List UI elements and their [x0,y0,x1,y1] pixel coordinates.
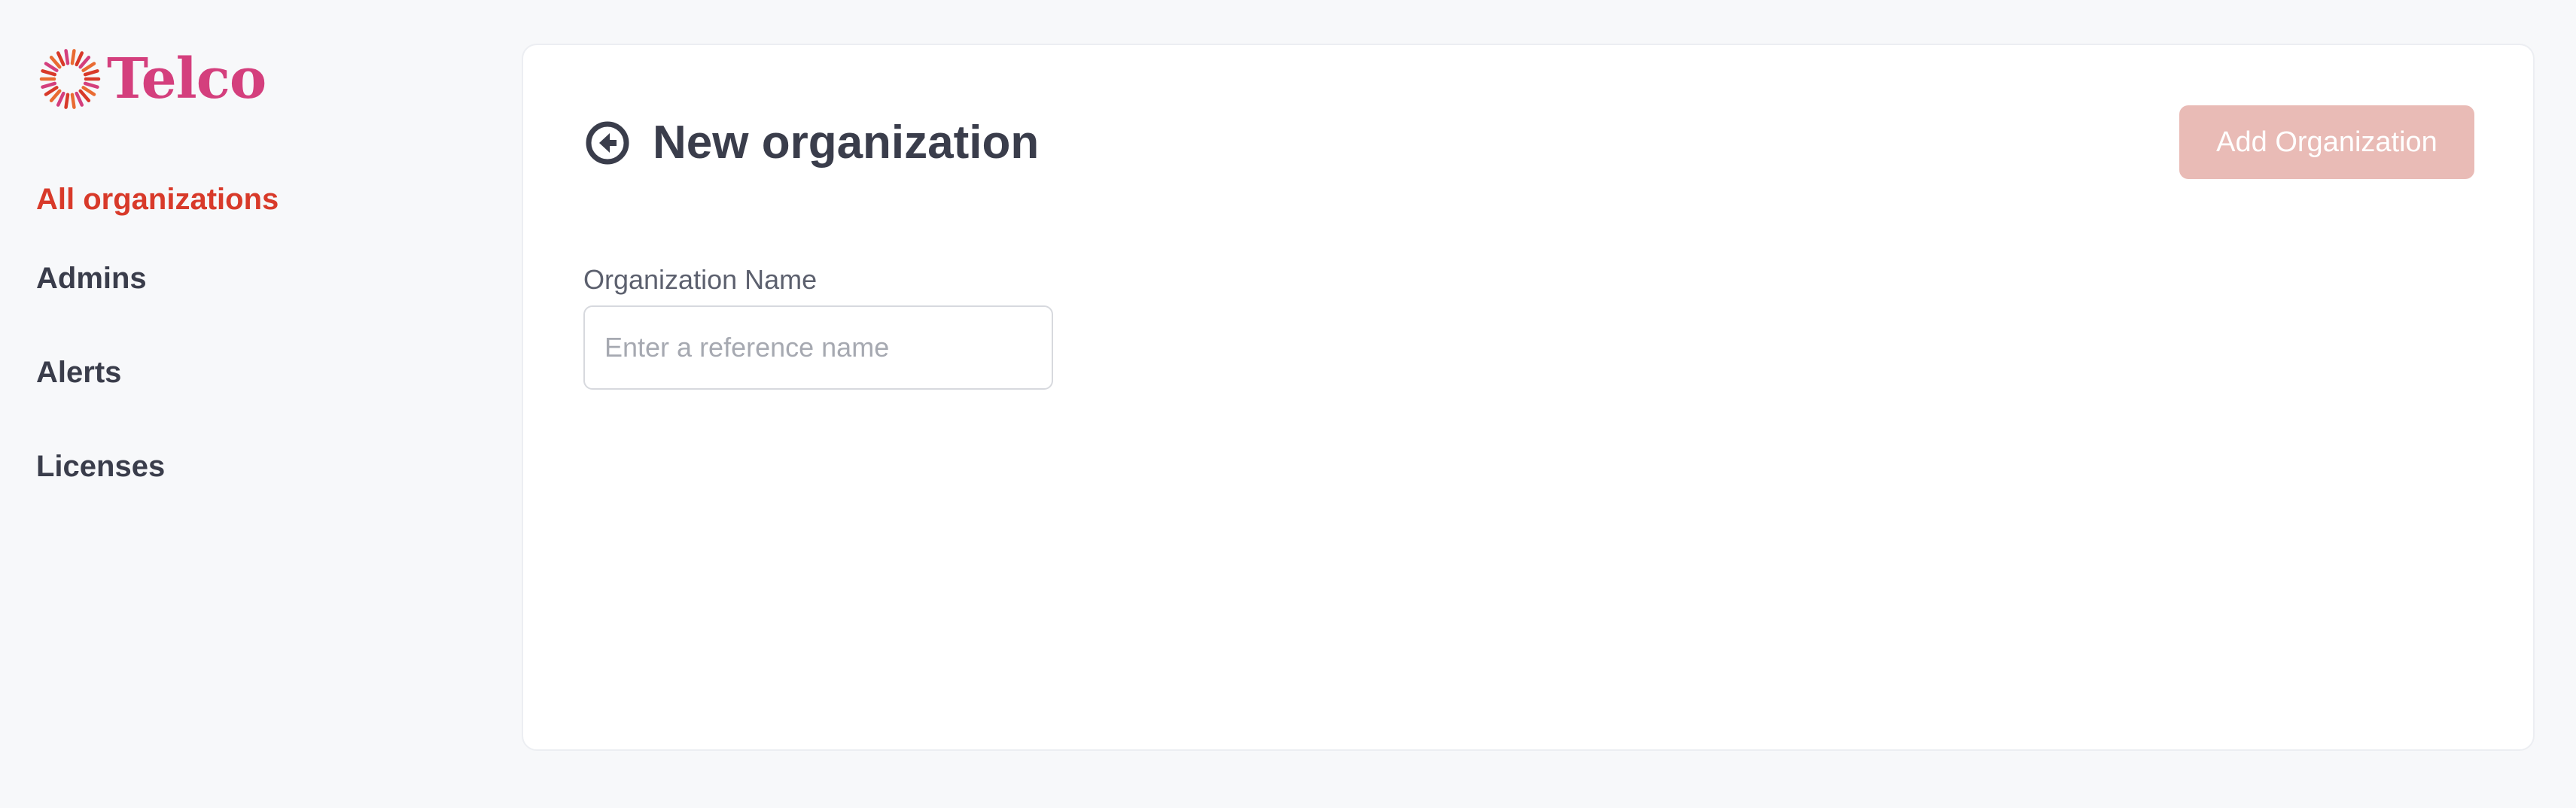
logo-ray [44,86,59,96]
logo-ray [41,69,57,77]
logo-ray [56,91,65,107]
logo-ray [81,86,96,96]
arrow-left-circle-icon[interactable] [585,120,630,166]
logo[interactable]: Telco [38,47,266,111]
logo-ray [49,56,62,69]
logo-ray [78,89,91,102]
sidebar-item-alerts[interactable]: Alerts [36,354,121,390]
logo-ray [41,81,57,89]
logo-ray [70,49,76,65]
logo-ray [83,81,99,89]
sunburst-logo-icon [39,49,101,109]
logo-ray [75,51,84,67]
logo-ray [49,89,62,102]
logo-ray [75,91,84,107]
add-organization-button[interactable]: Add Organization [2179,105,2474,179]
organization-name-label: Organization Name [583,264,818,295]
organization-name-input[interactable] [583,305,1053,390]
main-panel: New organization Add Organization Organi… [522,44,2535,751]
sidebar-item-licenses[interactable]: Licenses [36,448,165,484]
sidebar-item-all-organizations[interactable]: All organizations [36,181,279,217]
logo-ray [81,62,96,72]
logo-ray [78,56,91,69]
logo-ray [83,69,99,77]
sidebar: Telco All organizations Admins Alerts Li… [0,0,519,808]
sidebar-item-admins[interactable]: Admins [36,260,147,296]
logo-ray [64,49,70,65]
logo-ray [64,93,70,109]
logo-wordmark: Telco [107,47,266,111]
logo-ray [44,62,59,72]
logo-ray [70,93,76,109]
logo-ray [56,51,65,67]
page-title: New organization [653,117,1040,169]
